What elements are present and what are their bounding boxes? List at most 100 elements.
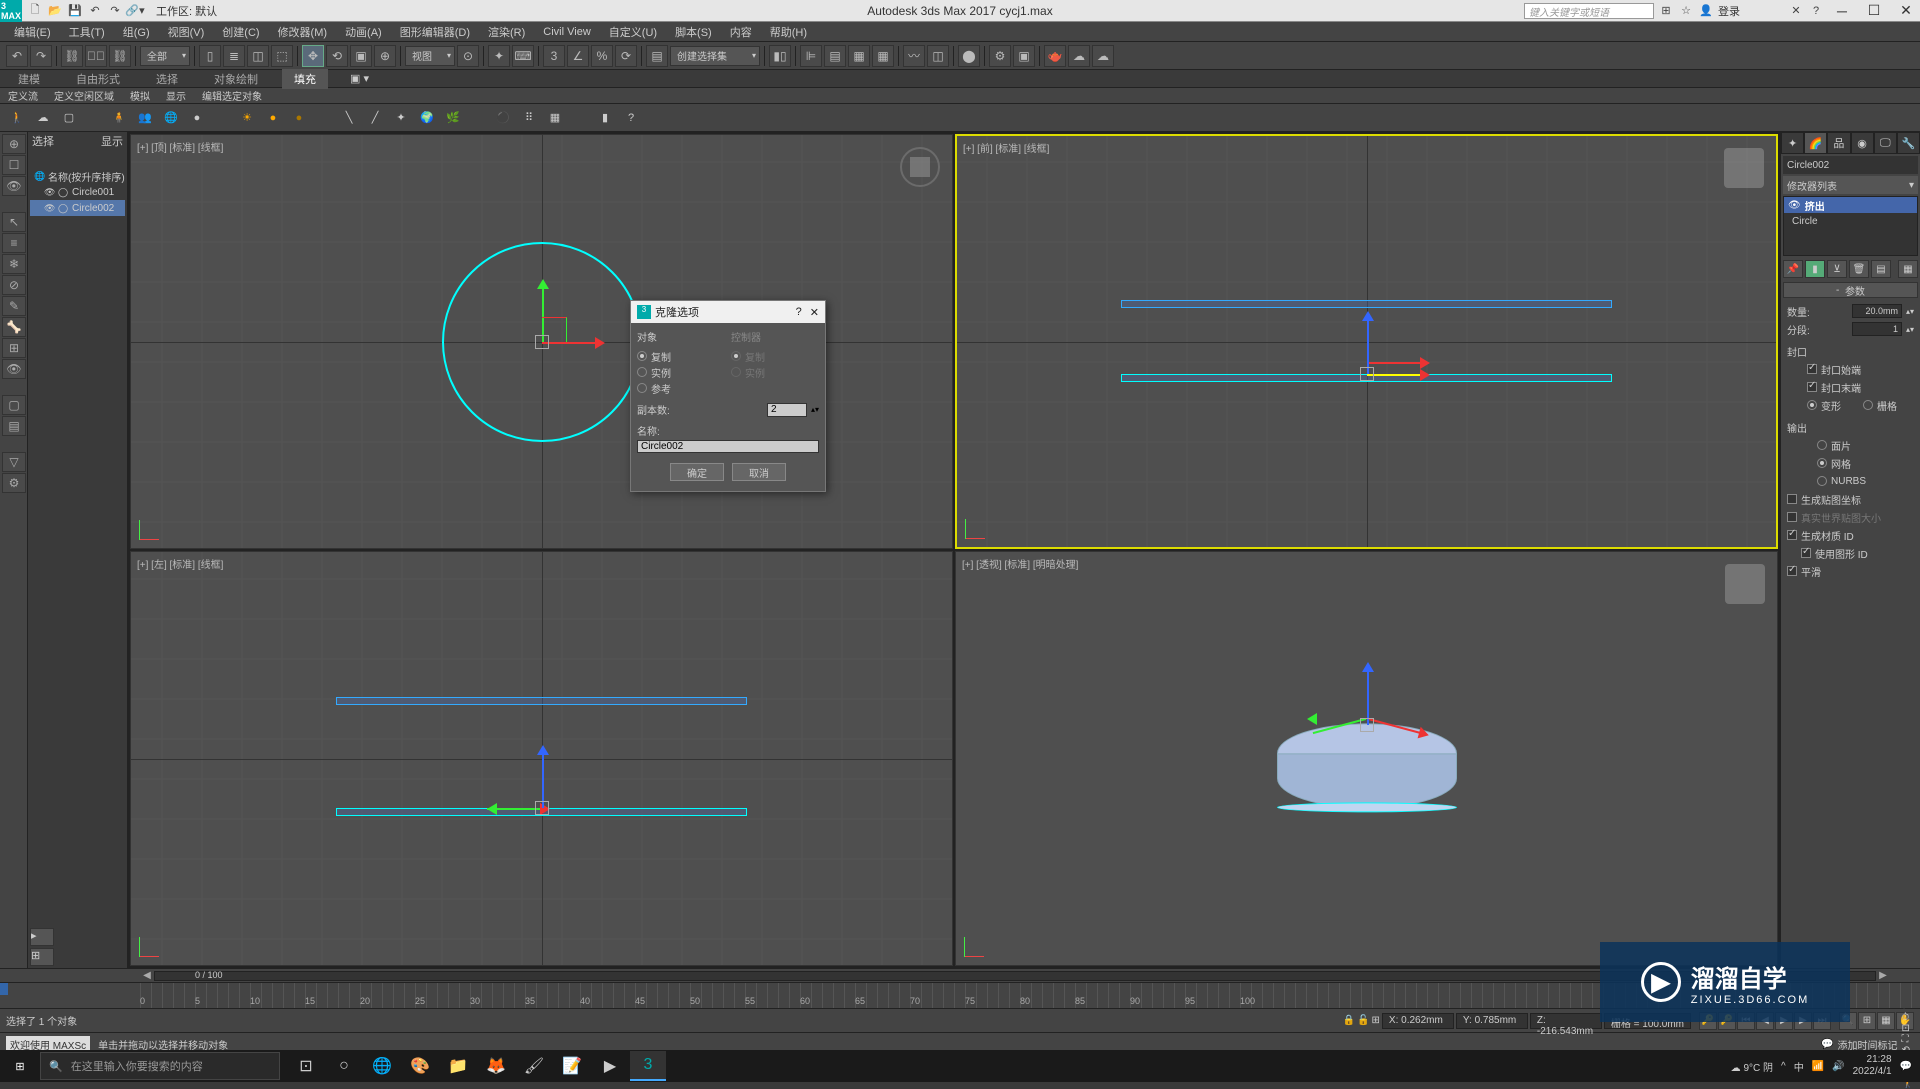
mirror-button[interactable]: ▮▯ — [769, 45, 791, 67]
lt-eye-icon[interactable]: 👁 — [2, 359, 26, 379]
lock2-icon[interactable]: 🔓 — [1357, 1015, 1369, 1026]
lock-icon[interactable]: 🔒 — [1343, 1015, 1355, 1026]
notifications-icon[interactable]: 💬 — [1900, 1061, 1912, 1072]
unlink-button[interactable]: ⛓⃠ — [85, 45, 107, 67]
weather-widget[interactable]: ☁ 9°C 阴 — [1731, 1059, 1773, 1074]
menu-tools[interactable]: 工具(T) — [61, 22, 113, 42]
viewcube[interactable] — [1724, 148, 1764, 188]
rotate-button[interactable]: ⟲ — [326, 45, 348, 67]
modify-tab[interactable]: 🌈 — [1804, 132, 1827, 154]
link-button[interactable]: ⛓ — [61, 45, 83, 67]
segments-spinner[interactable]: 1 — [1852, 322, 1902, 336]
eye-icon[interactable]: 👁 — [44, 203, 56, 214]
cap-start-checkbox[interactable] — [1807, 364, 1817, 374]
cloud-icon[interactable]: ☁ — [32, 107, 54, 129]
maximize-button[interactable]: ☐ — [1860, 1, 1888, 21]
create-tab[interactable]: ✦ — [1781, 132, 1804, 154]
se-node-circle002[interactable]: 👁 ◯ Circle002 — [30, 200, 125, 216]
manipulate-button[interactable]: ✦ — [488, 45, 510, 67]
menu-modifiers[interactable]: 修改器(M) — [270, 22, 336, 42]
cap-end-checkbox[interactable] — [1807, 382, 1817, 392]
save-icon[interactable]: 💾 — [66, 2, 84, 20]
task-view-button[interactable]: ⊡ — [288, 1051, 324, 1081]
scroll-right-icon[interactable]: ▶ — [1876, 970, 1890, 981]
name-input[interactable] — [637, 440, 819, 453]
schematic-button[interactable]: ◫ — [927, 45, 949, 67]
frame-icon[interactable]: ▦ — [544, 107, 566, 129]
orb1-icon[interactable]: ● — [262, 107, 284, 129]
redo-icon[interactable]: ↷ — [106, 2, 124, 20]
menu-views[interactable]: 视图(V) — [160, 22, 213, 42]
ribbon-button[interactable]: ▦ — [872, 45, 894, 67]
help-search[interactable]: 键入关键字或短语 — [1524, 3, 1654, 19]
close-button[interactable]: ✕ — [1892, 1, 1920, 21]
remove-mod-button[interactable]: 🗑 — [1849, 260, 1869, 278]
menu-content[interactable]: 内容 — [722, 22, 760, 42]
layout-icon[interactable]: ⊞ — [30, 948, 54, 966]
copies-spinner[interactable]: 2 — [767, 403, 807, 417]
3dsmax-app[interactable]: 3 — [630, 1051, 666, 1081]
render-button[interactable]: 🫖 — [1044, 45, 1066, 67]
move-button[interactable]: ✥ — [302, 45, 324, 67]
stack-circle[interactable]: Circle — [1784, 213, 1917, 229]
open-icon[interactable]: 📂 — [46, 2, 64, 20]
taskbar-clock[interactable]: 21:28 2022/4/1 — [1853, 1054, 1892, 1078]
align-button[interactable]: ⊫ — [800, 45, 822, 67]
placement-button[interactable]: ⊕ — [374, 45, 396, 67]
pivot-button[interactable]: ⊙ — [457, 45, 479, 67]
mesh-radio[interactable] — [1817, 458, 1827, 468]
named-sel-button[interactable]: ▤ — [646, 45, 668, 67]
person-icon[interactable]: 🚶 — [6, 107, 28, 129]
lt-magnet-icon[interactable]: ⊕ — [2, 134, 26, 154]
copy-radio[interactable] — [637, 351, 647, 361]
viewport-top[interactable]: [+] [顶] [标准] [线框] — [130, 134, 953, 549]
time-config-button[interactable]: ⏱ — [1902, 1012, 1914, 1023]
user-icon[interactable]: 👤 — [1698, 3, 1714, 19]
snap-button[interactable]: 3 — [543, 45, 565, 67]
hierarchy-tab[interactable]: 品 — [1827, 132, 1850, 154]
viewcube[interactable] — [1725, 564, 1765, 604]
set-button[interactable]: ▦ — [1898, 260, 1918, 278]
viewport-front-label[interactable]: [+] [前] [标准] [线框] — [963, 140, 1049, 155]
orb2-icon[interactable]: ● — [288, 107, 310, 129]
curve-editor-button[interactable]: 〰 — [903, 45, 925, 67]
menu-rendering[interactable]: 渲染(R) — [480, 22, 533, 42]
layer-explorer-button[interactable]: ▦ — [848, 45, 870, 67]
utilities-tab[interactable]: 🔧 — [1897, 132, 1920, 154]
diag2-icon[interactable]: ╱ — [364, 107, 386, 129]
se-sort-header[interactable]: 🌐 名称(按升序排序) — [30, 168, 125, 184]
show-result-button[interactable]: ▮ — [1805, 260, 1825, 278]
viewcube[interactable] — [900, 147, 940, 187]
subtab-display[interactable]: 显示 — [166, 88, 186, 103]
menu-scripting[interactable]: 脚本(S) — [667, 22, 720, 42]
square-icon[interactable]: ▢ — [58, 107, 80, 129]
menu-group[interactable]: 组(G) — [115, 22, 158, 42]
tray-vol-icon[interactable]: 🔊 — [1832, 1061, 1844, 1072]
apps-icon[interactable]: ⊞ — [1658, 3, 1674, 19]
material-editor-button[interactable]: ⬤ — [958, 45, 980, 67]
coord-mode-icon[interactable]: ⊞ — [1372, 1015, 1380, 1026]
ball-icon[interactable]: ⚫ — [492, 107, 514, 129]
lt-layer-icon[interactable]: ≡ — [2, 233, 26, 253]
menu-civil-view[interactable]: Civil View — [535, 24, 598, 40]
subtab-idle[interactable]: 定义空闲区域 — [54, 88, 114, 103]
iso-button[interactable]: ⊡ — [1902, 1023, 1914, 1034]
notes-app[interactable]: 📝 — [554, 1051, 590, 1081]
ribbon-tab-populate[interactable]: 填充 — [282, 69, 328, 89]
select-object-button[interactable]: ▯ — [199, 45, 221, 67]
subtab-flow[interactable]: 定义流 — [8, 88, 38, 103]
config-button[interactable]: ▤ — [1871, 260, 1891, 278]
render-iterate-button[interactable]: ☁ — [1068, 45, 1090, 67]
workspace-selector[interactable]: 工作区: 默认 — [156, 3, 217, 19]
scale-button[interactable]: ▣ — [350, 45, 372, 67]
redo-button[interactable]: ↷ — [30, 45, 52, 67]
scroll-left-icon[interactable]: ◀ — [140, 970, 154, 981]
subtab-edit[interactable]: 编辑选定对象 — [202, 88, 262, 103]
modifier-stack[interactable]: 👁挤出 Circle — [1783, 196, 1918, 256]
viewport-left-label[interactable]: [+] [左] [标准] [线框] — [137, 556, 223, 571]
angle-snap-button[interactable]: ∠ — [567, 45, 589, 67]
menu-animation[interactable]: 动画(A) — [337, 22, 390, 42]
tray-net-icon[interactable]: 📶 — [1812, 1061, 1824, 1072]
menu-edit[interactable]: 编辑(E) — [6, 22, 59, 42]
display-tab[interactable]: 🖵 — [1874, 132, 1897, 154]
